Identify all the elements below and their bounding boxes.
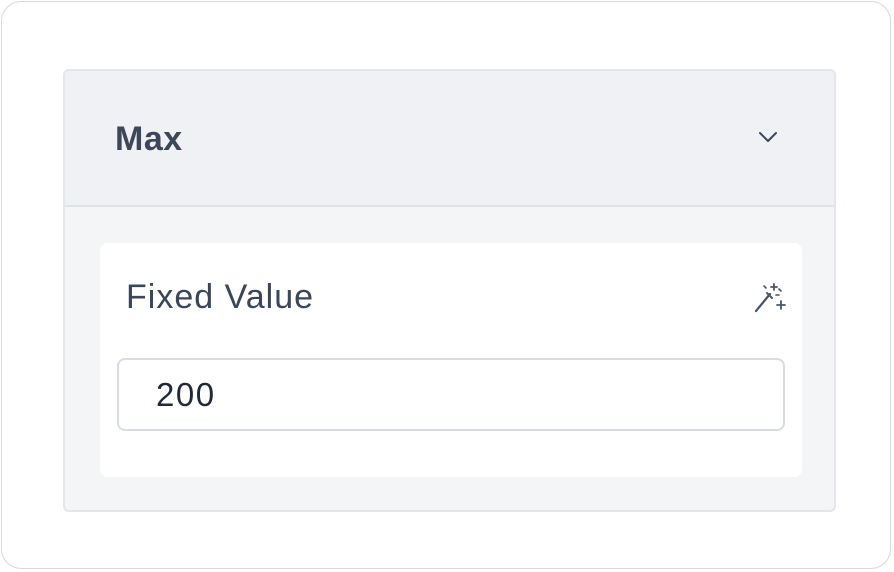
section-header-max[interactable]: Max [65, 71, 834, 207]
settings-panel: Max Fixed Value [63, 69, 836, 512]
fixed-value-card: Fixed Value [100, 243, 802, 477]
chevron-down-icon[interactable] [757, 129, 779, 145]
fixed-value-input[interactable] [117, 358, 785, 431]
magic-wand-icon[interactable] [752, 281, 786, 315]
section-title: Max [115, 120, 183, 158]
fixed-value-label: Fixed Value [126, 278, 315, 316]
widget-frame: Max Fixed Value [1, 1, 891, 569]
